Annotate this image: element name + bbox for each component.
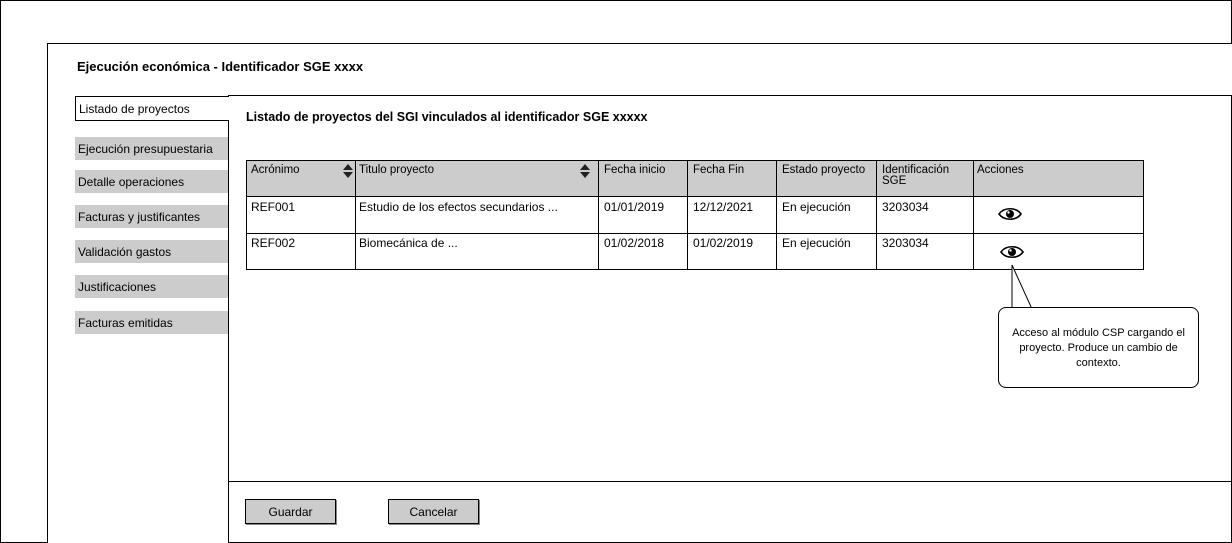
col-header-acciones: Acciones xyxy=(977,164,1024,176)
eye-icon[interactable] xyxy=(1000,244,1024,260)
column-divider xyxy=(876,161,877,269)
left-rail xyxy=(0,43,48,543)
sort-icon[interactable] xyxy=(343,164,353,178)
footer-divider xyxy=(228,481,1232,482)
column-divider xyxy=(687,161,688,269)
cell-identificacion-sge: 3203034 xyxy=(882,200,929,214)
cell-titulo: Estudio de los efectos secundarios ... xyxy=(359,200,558,214)
cell-fecha-inicio: 01/02/2018 xyxy=(604,236,665,250)
column-divider xyxy=(776,161,777,269)
tab-facturas-emitidas[interactable]: Facturas emitidas xyxy=(75,311,229,334)
cancel-button[interactable]: Cancelar xyxy=(388,499,479,524)
tab-detalle-operaciones[interactable]: Detalle operaciones xyxy=(75,170,229,193)
cell-acronimo: REF002 xyxy=(251,236,296,250)
column-divider xyxy=(973,161,974,269)
page-title: Ejecución económica - Identificador SGE … xyxy=(77,59,364,74)
eye-icon[interactable] xyxy=(998,206,1022,222)
col-header-estado[interactable]: Estado proyecto xyxy=(778,161,878,197)
col-header-identificacion-sge[interactable]: Identificación SGE xyxy=(878,161,960,197)
cell-titulo: Biomecánica de ... xyxy=(359,236,458,250)
sort-icon[interactable] xyxy=(580,164,590,178)
col-header-acronimo[interactable]: Acrónimo xyxy=(247,161,355,197)
cell-fecha-inicio: 01/01/2019 xyxy=(604,200,665,214)
tab-validacion-gastos[interactable]: Validación gastos xyxy=(75,240,229,263)
tab-listado-proyectos[interactable]: Listado de proyectos xyxy=(75,96,229,121)
col-header-titulo[interactable]: Titulo proyecto xyxy=(355,161,598,197)
cell-fecha-fin: 01/02/2019 xyxy=(693,236,754,250)
tab-justificaciones[interactable]: Justificaciones xyxy=(75,275,229,298)
col-header-fecha-fin[interactable]: Fecha Fin xyxy=(689,161,778,197)
column-divider xyxy=(355,161,356,269)
cell-identificacion-sge: 3203034 xyxy=(882,236,929,250)
panel-title: Listado de proyectos del SGI vinculados … xyxy=(246,110,648,124)
tab-ejecucion-presupuestaria[interactable]: Ejecución presupuestaria xyxy=(75,137,229,160)
cell-estado: En ejecución xyxy=(782,236,851,250)
callout-note: Acceso al módulo CSP cargando el proyect… xyxy=(998,307,1199,388)
cell-acronimo: REF001 xyxy=(251,200,296,214)
projects-table: Acrónimo Titulo proyecto Fecha inicio Fe… xyxy=(246,160,1144,270)
col-header-fecha-inicio[interactable]: Fecha inicio xyxy=(600,161,689,197)
tab-facturas-justificantes[interactable]: Facturas y justificantes xyxy=(75,205,229,228)
cell-fecha-fin: 12/12/2021 xyxy=(693,200,754,214)
cell-estado: En ejecución xyxy=(782,200,851,214)
column-divider xyxy=(598,161,599,269)
save-button[interactable]: Guardar xyxy=(245,499,336,524)
top-bar xyxy=(0,0,1232,44)
